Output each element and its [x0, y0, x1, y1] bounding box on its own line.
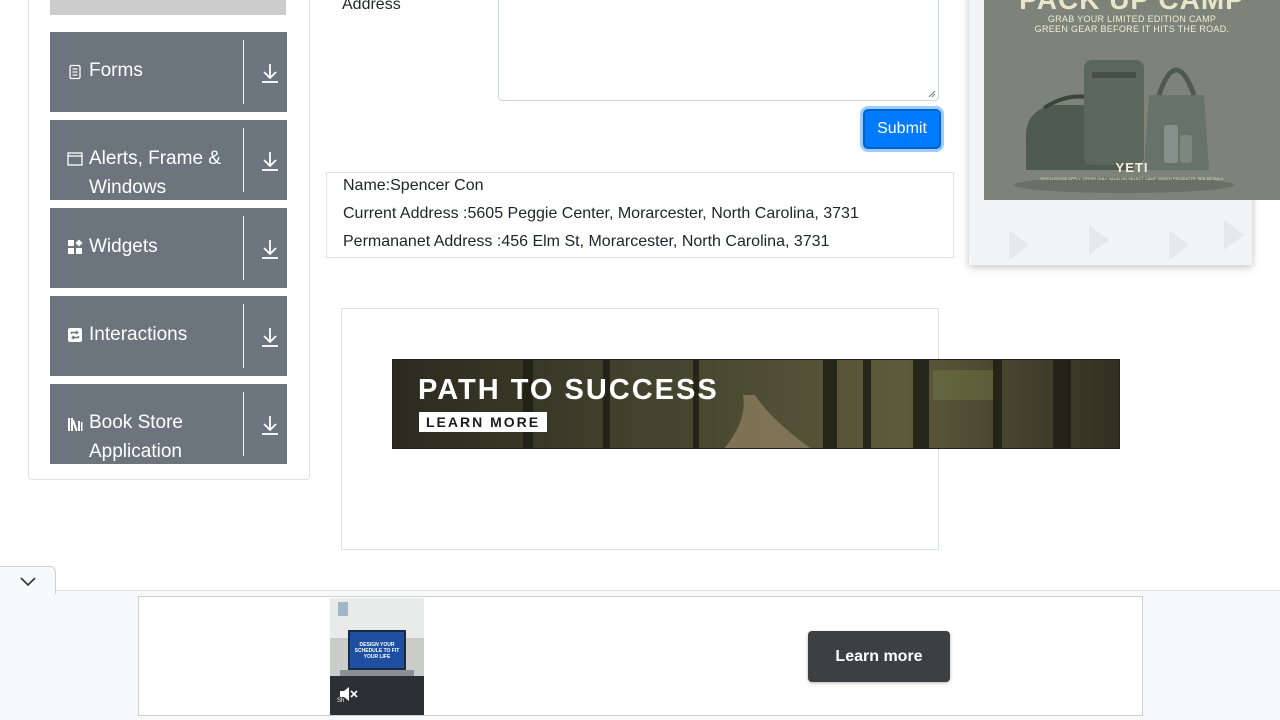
book-icon	[67, 416, 83, 432]
path-to-success-banner[interactable]: PATH TO SUCCESS LEARN MORE	[392, 359, 1120, 449]
divider	[243, 392, 244, 456]
sidebar-group-book-store[interactable]: Book Store Application	[50, 384, 287, 464]
sidebar-group-label: Interactions	[89, 324, 188, 345]
download-arrow-icon[interactable]	[260, 238, 280, 260]
download-arrow-icon[interactable]	[260, 414, 280, 436]
ad-brand-logo: YETI	[1115, 160, 1149, 175]
video-thumbnail[interactable]: DESIGN YOUR SCHEDULE TO FIT YOUR LIFE Sh	[330, 598, 424, 715]
ad-fine-print: *EXCLUSIONS APPLY. OFFER ONLY VALID ON S…	[1039, 176, 1225, 181]
chevron-down-icon	[20, 577, 36, 587]
learn-more-button[interactable]: Learn more	[808, 631, 950, 682]
sidebar-group-label: Forms	[89, 60, 143, 81]
sidebar-group-widgets[interactable]: Widgets	[50, 208, 287, 288]
banner-learn-more[interactable]: LEARN MORE	[419, 412, 548, 432]
sidebar-group-label: Widgets	[89, 236, 158, 257]
output-box: Name:Spencer Con Current Address :5605 P…	[326, 172, 954, 258]
sidebar-group-header-partial[interactable]	[50, 0, 286, 15]
form-icon	[67, 64, 83, 80]
video-screen-text: DESIGN YOUR SCHEDULE TO FIT YOUR LIFE	[354, 642, 400, 660]
download-arrow-icon[interactable]	[260, 62, 280, 84]
sidebar-group-forms[interactable]: Forms	[50, 32, 287, 112]
divider	[243, 216, 244, 280]
widgets-icon	[67, 239, 83, 255]
collapse-ad-tab[interactable]	[0, 566, 56, 594]
download-arrow-icon[interactable]	[260, 326, 280, 348]
sidebar-group-alerts[interactable]: Alerts, Frame & Windows	[50, 120, 287, 200]
output-permanent-address: Permananet Address :456 Elm St, Morarces…	[343, 233, 830, 250]
download-arrow-icon[interactable]	[260, 150, 280, 172]
address-label: Address	[342, 0, 401, 13]
divider	[243, 304, 244, 368]
address-textarea[interactable]	[498, 0, 939, 101]
divider	[243, 40, 244, 104]
sidebar-group-label: Alerts, Frame & Windows	[89, 148, 221, 198]
output-name: Name:Spencer Con	[343, 177, 484, 194]
divider	[243, 128, 244, 192]
submit-button[interactable]: Submit	[863, 109, 941, 149]
window-icon	[67, 151, 83, 167]
banner-title: PATH TO SUCCESS	[418, 374, 719, 406]
sidebar-group-label: Book Store Application	[89, 412, 183, 462]
output-current-address: Current Address :5605 Peggie Center, Mor…	[343, 205, 859, 222]
interactions-icon	[67, 327, 83, 343]
video-caption: Sh	[337, 698, 345, 704]
yeti-ad[interactable]: PACK UP CAMP GRAB YOUR LIMITED EDITION C…	[984, 0, 1280, 200]
resize-handle-icon[interactable]	[928, 90, 936, 98]
sidebar-group-interactions[interactable]: Interactions	[50, 296, 287, 376]
ad-subline: GRAB YOUR LIMITED EDITION CAMP	[1047, 14, 1217, 24]
sticky-ad[interactable]	[138, 596, 1143, 716]
ad-subline: GREEN GEAR BEFORE IT HITS THE ROAD.	[1034, 24, 1230, 34]
